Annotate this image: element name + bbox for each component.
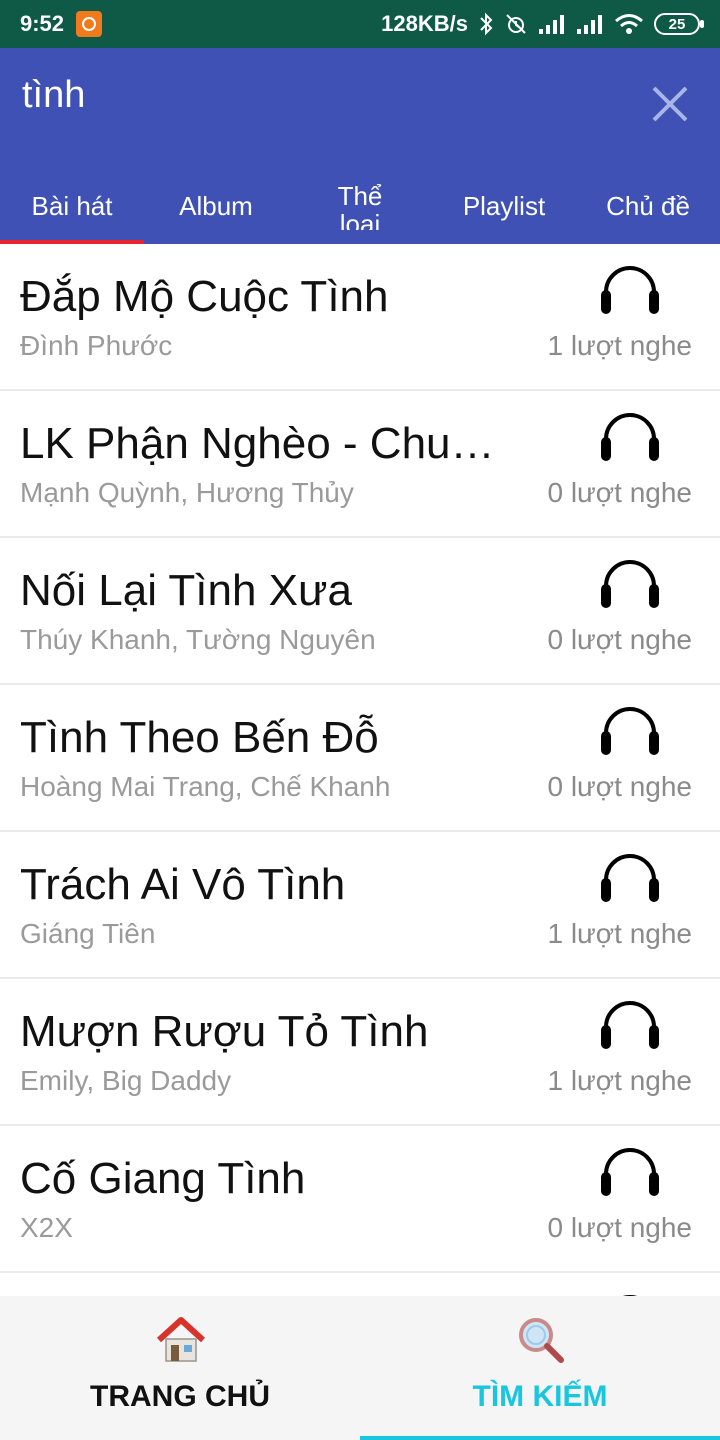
list-item[interactable]: Tình Theo Bến Đỗ Hoàng Mai Trang, Chế Kh…: [0, 685, 720, 830]
song-title: Cố Giang Tình: [20, 1154, 306, 1203]
nav-search[interactable]: TÌM KIẾM: [360, 1296, 720, 1440]
list-item[interactable]: Trách Ai Vô Tình Giáng Tiên 1 lượt nghe: [0, 832, 720, 977]
app-bar: tình Bài hát Album Thể loại Playlist Chủ…: [0, 48, 720, 244]
headphones-icon: [601, 1001, 659, 1049]
song-artist: Thúy Khanh, Tường Nguyên: [20, 624, 376, 655]
song-title: Trách Ai Vô Tình: [20, 860, 346, 909]
song-artist: Emily, Big Daddy: [20, 1065, 232, 1096]
tab-the-loai[interactable]: Thể loại: [288, 168, 432, 244]
battery-level: 25: [668, 15, 686, 33]
list-item[interactable]: Cố Giang Tình X2X 0 lượt nghe: [0, 1126, 720, 1271]
tab-album[interactable]: Album: [144, 168, 288, 244]
song-title: Mượn Rượu Tỏ Tình: [20, 1007, 429, 1056]
nav-home-label: TRANG CHỦ: [90, 1380, 270, 1413]
tab-playlist[interactable]: Playlist: [432, 168, 576, 244]
list-item[interactable]: Mượn Rượu Tỏ Tình Emily, Big Daddy 1 lượ…: [0, 979, 720, 1124]
headphones-icon: [601, 1148, 659, 1196]
play-count: 0 lượt nghe: [547, 771, 692, 802]
play-count: 1 lượt nghe: [547, 918, 692, 949]
tab-bai-hat[interactable]: Bài hát: [0, 168, 144, 244]
headphones-icon: [601, 560, 659, 608]
alarm-off-icon: [506, 14, 526, 34]
song-title: Nối Lại Tình Xưa: [20, 566, 352, 615]
nav-home[interactable]: TRANG CHỦ: [0, 1296, 360, 1440]
tab-label: Playlist: [462, 191, 546, 221]
signal-icon: [539, 15, 564, 34]
song-title: Đắp Mộ Cuộc Tình: [20, 272, 389, 321]
bluetooth-icon: [480, 12, 493, 36]
status-time: 9:52: [20, 11, 65, 36]
play-count: 1 lượt nghe: [547, 1065, 692, 1096]
active-nav-indicator: [360, 1436, 720, 1440]
play-count: 0 lượt nghe: [547, 477, 692, 508]
close-icon: [652, 86, 688, 122]
battery-icon: 25: [654, 13, 704, 35]
song-list: Đắp Mộ Cuộc Tình Đình Phước 1 lượt nghe …: [0, 244, 720, 1296]
wifi-icon: [615, 14, 643, 34]
list-item[interactable]: Đắp Mộ Cuộc Tình Đình Phước 1 lượt nghe: [0, 244, 720, 389]
close-button[interactable]: [644, 78, 696, 130]
list-item[interactable]: LK Phận Nghèo - Chuyện Tình Không Dĩ Vãn…: [0, 391, 720, 536]
home-icon: [156, 1317, 206, 1362]
status-bar: 9:52 128KB/s 25: [0, 0, 720, 48]
nav-search-label: TÌM KIẾM: [472, 1380, 608, 1413]
tab-chu-de[interactable]: Chủ đề: [576, 168, 720, 244]
song-title: LK Phận Nghèo - Chuyện Tình Không Dĩ Vãn…: [20, 419, 500, 468]
tab-bar: Bài hát Album Thể loại Playlist Chủ đề: [0, 168, 720, 244]
song-artist: X2X: [20, 1212, 73, 1243]
play-count: 1 lượt nghe: [547, 330, 692, 361]
search-query[interactable]: tình: [22, 74, 85, 117]
headphones-icon: [601, 266, 659, 314]
song-artist: Mạnh Quỳnh, Hương Thủy: [20, 477, 354, 508]
song-title: Tình Theo Bến Đỗ: [20, 713, 379, 762]
song-artist: Đình Phước: [20, 330, 173, 361]
signal-icon: [577, 15, 602, 34]
list-item[interactable]: Nối Lại Tình Xưa Thúy Khanh, Tường Nguyê…: [0, 538, 720, 683]
tab-label: Thể loại: [337, 182, 383, 230]
list-item-partial[interactable]: [0, 1273, 720, 1296]
tab-label: Album: [179, 191, 253, 221]
bottom-nav: TRANG CHỦ TÌM KIẾM: [0, 1296, 720, 1440]
headphones-icon: [601, 707, 659, 755]
search-icon: [519, 1318, 564, 1363]
tab-label: Chủ đề: [606, 191, 690, 221]
headphones-icon: [601, 854, 659, 902]
mi-app-icon: [76, 11, 103, 37]
network-speed: 128KB/s: [381, 11, 468, 36]
headphones-icon: [601, 413, 659, 461]
play-count: 0 lượt nghe: [547, 1212, 692, 1243]
play-count: 0 lượt nghe: [547, 624, 692, 655]
tab-label: Bài hát: [31, 191, 113, 221]
song-artist: Hoàng Mai Trang, Chế Khanh: [20, 771, 391, 802]
song-artist: Giáng Tiên: [20, 918, 156, 949]
